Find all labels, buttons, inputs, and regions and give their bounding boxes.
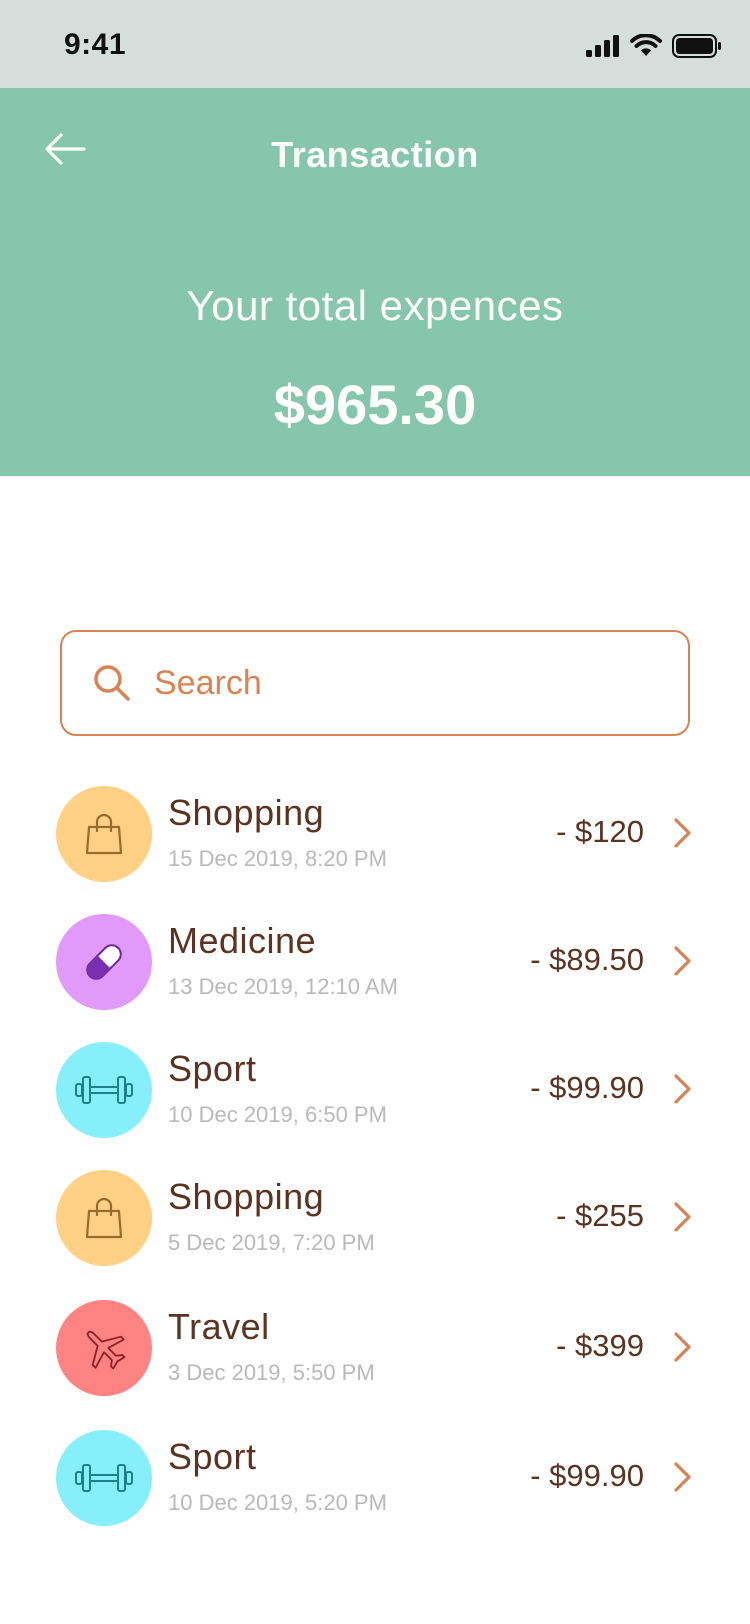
dumbbell-icon [75, 1076, 133, 1104]
dumbbell-icon [75, 1464, 133, 1492]
status-bar: 9:41 [0, 0, 750, 88]
transaction-amount: - $99.90 [530, 1458, 644, 1493]
battery-icon [672, 34, 721, 58]
pill-icon [86, 944, 122, 980]
search-input[interactable] [154, 663, 634, 703]
transaction-date: 10 Dec 2019, 6:50 PM [168, 1102, 387, 1127]
header: Transaction Your total expences $965.30 [0, 88, 750, 476]
transaction-date: 13 Dec 2019, 12:10 AM [168, 974, 398, 999]
total-expenses-amount: $965.30 [273, 373, 477, 436]
page-title: Transaction [271, 134, 479, 175]
transaction-category: Medicine [168, 920, 317, 961]
transaction-row[interactable]: Travel 3 Dec 2019, 5:50 PM - $399 [0, 1294, 750, 1404]
chevron-right-icon [674, 1074, 691, 1104]
shopping-category-badge [56, 786, 152, 882]
shopping-bag-icon [85, 813, 123, 855]
transaction-date: 15 Dec 2019, 8:20 PM [168, 846, 387, 871]
transaction-amount: - $89.50 [530, 942, 644, 977]
transaction-date: 5 Dec 2019, 7:20 PM [168, 1230, 375, 1255]
transaction-date: 3 Dec 2019, 5:50 PM [168, 1360, 375, 1385]
transaction-amount: - $120 [556, 814, 644, 849]
total-expenses-label: Your total expences [186, 282, 564, 329]
transaction-category: Travel [168, 1306, 270, 1347]
airplane-icon [86, 1330, 126, 1370]
transaction-amount: - $255 [556, 1198, 644, 1233]
status-icons [586, 34, 722, 58]
transaction-row[interactable]: Shopping 5 Dec 2019, 7:20 PM - $255 [0, 1164, 750, 1274]
transaction-amount: - $99.90 [530, 1070, 644, 1105]
search-icon [94, 665, 130, 701]
sport-category-badge [56, 1430, 152, 1526]
medicine-category-badge [56, 914, 152, 1010]
shopping-bag-icon [85, 1197, 123, 1239]
transaction-category: Sport [168, 1436, 257, 1477]
transaction-category: Shopping [168, 1176, 325, 1217]
sport-category-badge [56, 1042, 152, 1138]
wifi-icon [630, 34, 662, 56]
chevron-right-icon [674, 818, 691, 848]
chevron-right-icon [674, 1202, 691, 1232]
chevron-right-icon [674, 1462, 691, 1492]
transaction-amount: - $399 [556, 1328, 644, 1363]
chevron-right-icon [674, 1332, 691, 1362]
transaction-date: 10 Dec 2019, 5:20 PM [168, 1490, 387, 1515]
transaction-row[interactable]: Shopping 15 Dec 2019, 8:20 PM - $120 [0, 780, 750, 890]
transaction-row[interactable]: Sport 10 Dec 2019, 5:20 PM - $99.90 [0, 1424, 750, 1534]
chevron-right-icon [674, 946, 691, 976]
search-box[interactable] [60, 630, 690, 736]
transaction-category: Sport [168, 1048, 257, 1089]
transaction-category: Shopping [168, 792, 325, 833]
shopping-category-badge [56, 1170, 152, 1266]
travel-category-badge [56, 1300, 152, 1396]
transaction-row[interactable]: Sport 10 Dec 2019, 6:50 PM - $99.90 [0, 1036, 750, 1146]
signal-icon [586, 35, 619, 57]
transaction-row[interactable]: Medicine 13 Dec 2019, 12:10 AM - $89.50 [0, 908, 750, 1018]
status-time: 9:41 [64, 28, 127, 61]
